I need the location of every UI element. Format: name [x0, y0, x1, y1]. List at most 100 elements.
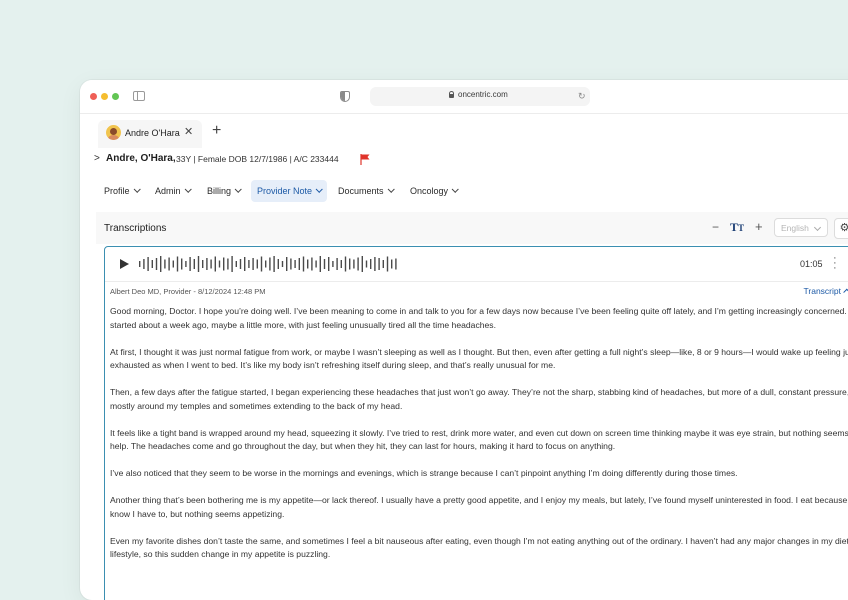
- chevron-down-icon: [184, 185, 192, 193]
- chevron-down-icon: [387, 185, 395, 193]
- maximize-window-button[interactable]: [112, 93, 119, 100]
- waveform-bar: [294, 260, 296, 268]
- transcript-paragraph: Another thing that’s been bothering me i…: [110, 495, 848, 519]
- nav-provider-note[interactable]: Provider Note: [251, 180, 328, 202]
- waveform-bar: [269, 257, 271, 271]
- transcript-paragraph: It feels like a tight band is wrapped ar…: [110, 427, 848, 452]
- lock-icon: [449, 91, 454, 98]
- waveform-bar: [281, 261, 284, 267]
- waveform-bar: [218, 260, 221, 268]
- waveform-bar: [227, 258, 229, 270]
- nav-label: Admin: [155, 186, 181, 196]
- waveform-bar: [235, 261, 237, 267]
- waveform-bar: [336, 258, 338, 270]
- nav-profile[interactable]: Profile: [98, 180, 145, 202]
- more-options-icon[interactable]: · · ·: [833, 253, 837, 274]
- waveform-bar: [239, 259, 242, 269]
- waveform-bar: [193, 259, 195, 269]
- address-bar[interactable]: oncentric.com ↻: [370, 87, 590, 106]
- tab-title: Andre O'Hara: [125, 128, 180, 138]
- play-icon[interactable]: [120, 259, 129, 269]
- waveform-bar: [256, 259, 258, 269]
- waveform-bar: [139, 261, 141, 267]
- waveform-bar: [353, 259, 355, 269]
- chevron-right-icon[interactable]: >: [94, 153, 100, 164]
- waveform-bar: [374, 257, 376, 271]
- close-window-button[interactable]: [90, 93, 97, 100]
- chevron-up-icon: [843, 288, 848, 296]
- nav-billing[interactable]: Billing: [201, 180, 246, 202]
- audio-duration: 01:05: [800, 259, 823, 269]
- waveform-bar: [302, 256, 305, 272]
- waveform-bar: [206, 258, 208, 270]
- chevron-down-icon: [451, 185, 459, 193]
- waveform-bar: [349, 258, 351, 270]
- transcript-paragraph: I’ve also noticed that they seem to be w…: [110, 468, 738, 478]
- nav-label: Oncology: [410, 186, 449, 196]
- shield-icon[interactable]: [340, 91, 350, 102]
- waveform-bar: [210, 259, 212, 269]
- waveform-bar: [164, 259, 166, 269]
- page-title: Transcriptions: [104, 223, 167, 234]
- waveform-bar: [340, 260, 342, 268]
- waveform-bar: [248, 260, 250, 268]
- patient-meta: 33Y | Female DOB 12/7/1986 | A/C 233444: [176, 154, 339, 164]
- waveform-bar: [176, 256, 179, 272]
- waveform-bar: [181, 258, 183, 270]
- nav-documents[interactable]: Documents: [332, 180, 399, 202]
- waveform-bar: [265, 260, 267, 268]
- author-line: Albert Deo MD, Provider - 8/12/2024 12:4…: [110, 287, 266, 296]
- increase-font-icon[interactable]: +: [755, 219, 763, 234]
- patient-tab[interactable]: Andre O'Hara ✕: [98, 120, 202, 148]
- nav-label: Billing: [207, 186, 232, 196]
- decrease-font-icon[interactable]: −: [712, 220, 719, 234]
- waveform-bar: [151, 260, 153, 268]
- add-tab-icon[interactable]: +: [212, 122, 221, 140]
- gear-icon[interactable]: ⚙: [834, 218, 848, 239]
- transcript-paragraph: Good morning, Doctor. I hope you’re doin…: [110, 306, 848, 330]
- flag-icon[interactable]: [359, 153, 371, 165]
- waveform-bar: [168, 257, 170, 271]
- transcript-paragraph: Even my favorite dishes don’t taste the …: [110, 535, 848, 560]
- transcript-meta: Albert Deo MD, Provider - 8/12/2024 12:4…: [110, 286, 848, 299]
- close-icon[interactable]: ✕: [184, 125, 193, 138]
- waveform-bar: [370, 259, 372, 269]
- waveform-bar: [185, 261, 187, 267]
- waveform-bar: [143, 259, 145, 269]
- nav-admin[interactable]: Admin: [149, 180, 196, 202]
- waveform-bar: [323, 259, 326, 269]
- sidebar-toggle-icon[interactable]: [133, 91, 145, 101]
- waveform-bar: [361, 256, 363, 272]
- audio-player: 01:05 · · ·: [105, 247, 848, 282]
- waveform-bar: [290, 258, 292, 270]
- waveform-bar: [147, 257, 149, 271]
- chevron-down-icon: [234, 185, 242, 193]
- waveform-bar: [386, 256, 389, 272]
- transcript-toggle-label: Transcript: [803, 286, 841, 296]
- waveform-bar: [273, 256, 275, 272]
- transcript-paragraph: Then, a few days after the fatigue start…: [110, 387, 848, 411]
- browser-window: oncentric.com ↻ + Andre O'Hara ✕ + > And…: [80, 80, 848, 600]
- waveform-bar: [260, 256, 263, 272]
- waveform-bar: [382, 260, 384, 268]
- font-size-icon[interactable]: TT: [730, 220, 744, 235]
- transcript-toggle[interactable]: Transcript: [804, 286, 848, 296]
- waveform-bar: [189, 257, 191, 271]
- language-value: English: [781, 223, 809, 233]
- waveform-bar: [298, 258, 300, 270]
- avatar: [106, 125, 121, 140]
- waveform-bar: [172, 260, 174, 268]
- minimize-window-button[interactable]: [101, 93, 108, 100]
- waveform-bar: [315, 260, 317, 268]
- nav-oncology[interactable]: Oncology: [404, 180, 463, 202]
- language-select[interactable]: English: [774, 218, 828, 237]
- waveform-bar: [378, 258, 380, 270]
- waveform-bar: [223, 257, 225, 271]
- reload-icon[interactable]: ↻: [578, 91, 586, 102]
- patient-name: Andre, O'Hara,: [106, 153, 176, 164]
- waveform-bar: [160, 256, 162, 272]
- waveform[interactable]: [139, 255, 399, 273]
- waveform-bar: [395, 258, 397, 270]
- waveform-bar: [332, 261, 334, 267]
- waveform-bar: [202, 260, 204, 268]
